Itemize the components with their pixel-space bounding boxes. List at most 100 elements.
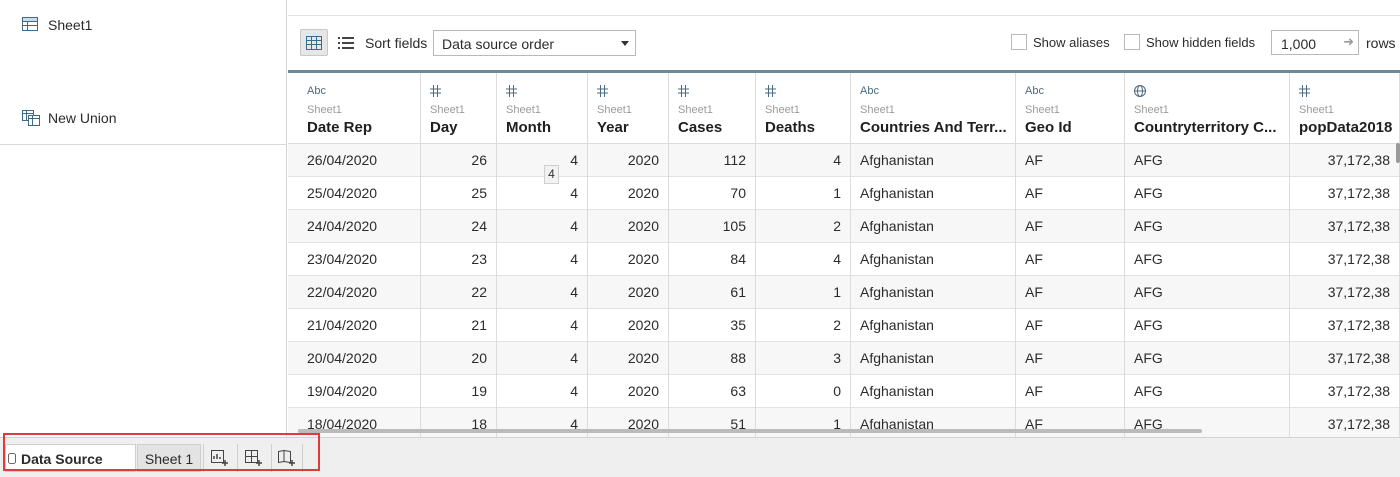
table-cell[interactable]: 26/04/2020	[298, 144, 421, 177]
table-cell[interactable]: 19/04/2020	[298, 375, 421, 408]
table-cell[interactable]: 37,172,38	[1290, 309, 1400, 342]
table-cell[interactable]: Afghanistan	[851, 210, 1016, 243]
table-cell[interactable]: 88	[669, 342, 756, 375]
table-cell[interactable]: 21/04/2020	[298, 309, 421, 342]
table-cell[interactable]: 4	[497, 177, 588, 210]
table-cell[interactable]: 4	[497, 276, 588, 309]
table-cell[interactable]: AF	[1016, 144, 1125, 177]
table-cell[interactable]: 112	[669, 144, 756, 177]
table-cell[interactable]: AFG	[1125, 309, 1290, 342]
table-cell[interactable]: AFG	[1125, 144, 1290, 177]
apply-arrow-icon[interactable]: ➜	[1343, 34, 1354, 50]
table-cell[interactable]: 3	[756, 342, 851, 375]
column-header[interactable]: Sheet1 Year	[588, 73, 669, 143]
table-cell[interactable]: 2	[756, 309, 851, 342]
table-cell[interactable]: 2	[756, 210, 851, 243]
table-cell[interactable]: 4	[756, 243, 851, 276]
table-cell[interactable]: 84	[669, 243, 756, 276]
table-cell[interactable]: 23	[421, 243, 497, 276]
table-cell[interactable]: 37,172,38	[1290, 408, 1400, 437]
table-cell[interactable]: Afghanistan	[851, 276, 1016, 309]
table-cell[interactable]: 4	[497, 210, 588, 243]
show-hidden-fields-checkbox[interactable]	[1124, 34, 1140, 50]
table-cell[interactable]: AF	[1016, 309, 1125, 342]
table-cell[interactable]: 21	[421, 309, 497, 342]
table-cell[interactable]: 2020	[588, 210, 669, 243]
table-cell[interactable]: 37,172,38	[1290, 276, 1400, 309]
column-header[interactable]: Abc Sheet1 Date Rep	[298, 73, 421, 143]
table-cell[interactable]: 37,172,38	[1290, 243, 1400, 276]
table-cell[interactable]: 1	[756, 177, 851, 210]
table-cell[interactable]: AFG	[1125, 210, 1290, 243]
rows-limit-input[interactable]: 1,000 ➜	[1271, 30, 1359, 55]
column-type[interactable]: Abc	[1025, 85, 1044, 99]
table-cell[interactable]: 4	[497, 309, 588, 342]
column-header[interactable]: Sheet1 Day	[421, 73, 497, 143]
table-cell[interactable]: AF	[1016, 276, 1125, 309]
column-type[interactable]: Abc	[860, 85, 879, 99]
table-cell[interactable]: 4	[497, 243, 588, 276]
table-cell[interactable]: 25/04/2020	[298, 177, 421, 210]
table-cell[interactable]: 35	[669, 309, 756, 342]
table-cell[interactable]: 37,172,38	[1290, 144, 1400, 177]
column-header[interactable]: Sheet1 Countryterritory C...	[1125, 73, 1290, 143]
column-header[interactable]: Sheet1 Cases	[669, 73, 756, 143]
table-cell[interactable]: 22	[421, 276, 497, 309]
table-cell[interactable]: 19	[421, 375, 497, 408]
new-union-item[interactable]: New Union	[22, 110, 116, 126]
column-type[interactable]	[1134, 85, 1146, 99]
vertical-scrollbar[interactable]	[1396, 143, 1400, 163]
table-cell[interactable]: AFG	[1125, 276, 1290, 309]
column-header[interactable]: Sheet1 popData2018	[1290, 73, 1400, 143]
table-cell[interactable]: AF	[1016, 375, 1125, 408]
column-type[interactable]	[506, 85, 517, 99]
column-type[interactable]	[765, 85, 776, 99]
table-cell[interactable]: 1	[756, 276, 851, 309]
table-cell[interactable]: AF	[1016, 177, 1125, 210]
table-cell[interactable]: 2020	[588, 177, 669, 210]
table-cell[interactable]: Afghanistan	[851, 309, 1016, 342]
horizontal-scrollbar[interactable]	[298, 429, 1202, 433]
table-cell[interactable]: 37,172,38	[1290, 342, 1400, 375]
column-type[interactable]	[678, 85, 689, 99]
table-cell[interactable]: 2020	[588, 309, 669, 342]
table-cell[interactable]: 2020	[588, 243, 669, 276]
table-cell[interactable]: 4	[756, 144, 851, 177]
table-cell[interactable]: AFG	[1125, 342, 1290, 375]
table-cell[interactable]: AF	[1016, 243, 1125, 276]
table-cell[interactable]: 61	[669, 276, 756, 309]
table-cell[interactable]: 2020	[588, 342, 669, 375]
table-cell[interactable]: 37,172,38	[1290, 210, 1400, 243]
table-cell[interactable]: 20/04/2020	[298, 342, 421, 375]
column-type[interactable]	[597, 85, 608, 99]
table-cell[interactable]: 4	[497, 375, 588, 408]
table-cell[interactable]: 4	[497, 144, 588, 177]
table-cell[interactable]: AFG	[1125, 243, 1290, 276]
table-cell[interactable]: 37,172,38	[1290, 177, 1400, 210]
show-aliases-checkbox[interactable]	[1011, 34, 1027, 50]
table-cell[interactable]: AFG	[1125, 375, 1290, 408]
table-cell[interactable]: 37,172,38	[1290, 375, 1400, 408]
table-cell[interactable]: 4	[497, 342, 588, 375]
column-header[interactable]: Sheet1 Deaths	[756, 73, 851, 143]
sort-fields-dropdown[interactable]: Data source order	[433, 30, 636, 56]
table-cell[interactable]: 24	[421, 210, 497, 243]
grid-view-button[interactable]	[300, 29, 328, 56]
table-cell[interactable]: Afghanistan	[851, 243, 1016, 276]
column-header[interactable]: Abc Sheet1 Geo Id	[1016, 73, 1125, 143]
column-header[interactable]: Sheet1 Month	[497, 73, 588, 143]
column-header[interactable]: Abc Sheet1 Countries And Terr...	[851, 73, 1016, 143]
table-cell[interactable]: Afghanistan	[851, 177, 1016, 210]
table-cell[interactable]: 20	[421, 342, 497, 375]
column-type[interactable]: Abc	[307, 85, 326, 99]
list-view-button[interactable]	[332, 29, 360, 56]
table-cell[interactable]: 63	[669, 375, 756, 408]
table-cell[interactable]: 105	[669, 210, 756, 243]
table-cell[interactable]: 24/04/2020	[298, 210, 421, 243]
sheet1-source-item[interactable]: Sheet1	[22, 17, 92, 33]
table-cell[interactable]: 2020	[588, 276, 669, 309]
table-cell[interactable]: Afghanistan	[851, 375, 1016, 408]
table-cell[interactable]: 23/04/2020	[298, 243, 421, 276]
table-cell[interactable]: AF	[1016, 342, 1125, 375]
table-cell[interactable]: 2020	[588, 144, 669, 177]
